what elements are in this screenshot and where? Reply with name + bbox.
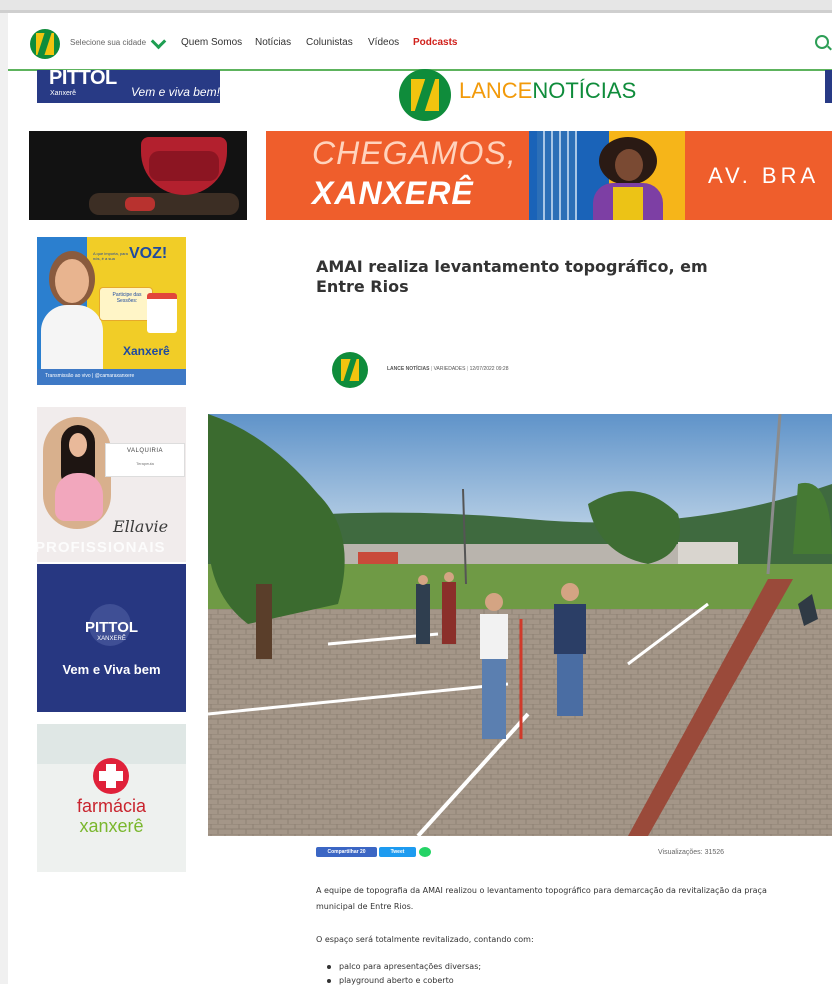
ad-pittol-brand: PITTOL	[49, 67, 117, 89]
brand-part-lance: LANCE	[459, 78, 533, 103]
ad-farmacia[interactable]: farmácia xanxerê	[37, 724, 186, 872]
ad-chegamos-line2: XANXERÊ	[312, 175, 474, 211]
article-paragraph-1: A equipe de topografia da AMAI realizou …	[316, 886, 767, 911]
share-whatsapp-icon[interactable]	[419, 847, 431, 857]
pharmacy-cross-icon	[93, 758, 129, 794]
site-brand[interactable]: LANCENOTÍCIAS	[399, 63, 659, 121]
ad-pittol-city: Xanxerê	[50, 90, 77, 97]
article-photo	[208, 414, 832, 836]
cutting-board	[89, 193, 239, 215]
byline-author[interactable]: LANCE NOTÍCIAS	[387, 366, 430, 372]
brand-logo-icon	[399, 69, 451, 121]
ad-chegamos-banner[interactable]: CHEGAMOS, XANXERÊ AV. BRA	[266, 131, 832, 220]
nav-videos[interactable]: Vídeos	[368, 37, 399, 48]
article-title: AMAI realiza levantamento topográfico, e…	[316, 257, 708, 296]
ad-chegamos-photo	[529, 131, 685, 220]
byline-datetime: 12/07/2022 09:28	[469, 366, 509, 372]
nav-noticias[interactable]: Notícias	[255, 37, 291, 48]
ad-farmacia-city: xanxerê	[79, 816, 144, 836]
ad-valquiria-watermark: PROFISSIONAIS	[37, 539, 166, 556]
ad-voz-card-text: Participe das Sessões:	[112, 292, 142, 304]
ad-valquiria-name: VALQUIRIA	[126, 448, 164, 454]
ad-camara-voz[interactable]: A que importa, para nós, é a sua VOZ! Pa…	[37, 237, 186, 385]
ad-pittol-slogan: Vem e viva bem!	[131, 85, 220, 99]
share-facebook-button[interactable]: Compartilhar 20	[316, 847, 377, 857]
brand-wordmark: LANCENOTÍCIAS	[459, 78, 636, 104]
calendar-icon	[147, 293, 177, 333]
city-selector[interactable]: Selecione sua cidade	[70, 38, 146, 47]
ad-valquiria-subtitle: Terapeuta	[136, 461, 154, 466]
search-icon[interactable]	[815, 35, 829, 49]
ad-chegamos-street: AV. BRA	[708, 163, 820, 188]
list-item: playground aberto e coberto	[327, 974, 787, 988]
nav-podcasts[interactable]: Podcasts	[413, 37, 457, 48]
left-edge	[0, 0, 8, 984]
ad-valquiria-card: VALQUIRIA Terapeuta	[105, 443, 185, 477]
meat-bowl	[141, 137, 227, 195]
ad-pittol-side[interactable]: PITTOL XANXERÊ Vem e Viva bem	[37, 564, 186, 712]
browser-top-strip	[0, 0, 832, 10]
article-paragraph-2: O espaço será totalmente revitalizado, c…	[316, 935, 534, 944]
ad-voz-logo: Xanxerê	[123, 344, 170, 358]
ad-pittol-side-city: XANXERÊ	[97, 636, 126, 642]
ad-pittol-banner[interactable]: PITTOL Xanxerê Vem e viva bem!	[37, 67, 220, 103]
ad-right-banner-edge[interactable]	[825, 70, 832, 103]
ad-chegamos-line1: CHEGAMOS,	[312, 135, 517, 171]
ad-valquiria-brand: Ellavie	[113, 517, 169, 536]
author-avatar[interactable]	[332, 352, 368, 388]
share-twitter-button[interactable]: Tweet	[379, 847, 416, 857]
ad-meat-banner[interactable]	[29, 131, 247, 220]
byline-category[interactable]: VARIEDADES	[434, 366, 466, 372]
view-counter: Visualizações: 31526	[658, 849, 725, 856]
nav-colunistas[interactable]: Colunistas	[306, 37, 353, 48]
list-item: palco para apresentações diversas;	[327, 960, 787, 974]
ad-farmacia-name: farmácia	[76, 796, 147, 816]
brand-part-noticias: NOTÍCIAS	[532, 78, 637, 103]
article-byline: LANCE NOTÍCIAS | VARIEDADES | 12/07/2022…	[387, 366, 509, 372]
ad-voz-headline: VOZ!	[129, 245, 168, 262]
meat-piece	[125, 197, 155, 211]
ad-pittol-side-brand: PITTOL	[84, 619, 139, 636]
site-logo-icon[interactable]	[30, 29, 60, 59]
chevron-down-icon[interactable]	[150, 33, 167, 50]
ad-voz-small: A que importa, para nós, é a sua	[93, 251, 128, 261]
ad-pittol-side-slogan: Vem e Viva bem	[62, 662, 161, 677]
ad-voz-footer: Transmissão ao vivo | @camaraxanxere	[45, 373, 135, 379]
ad-valquiria[interactable]: VALQUIRIA Terapeuta Ellavie PROFISSIONAI…	[37, 407, 186, 562]
nav-quem-somos[interactable]: Quem Somos	[181, 37, 242, 48]
ad-voz-card: Participe das Sessões:	[99, 287, 153, 321]
